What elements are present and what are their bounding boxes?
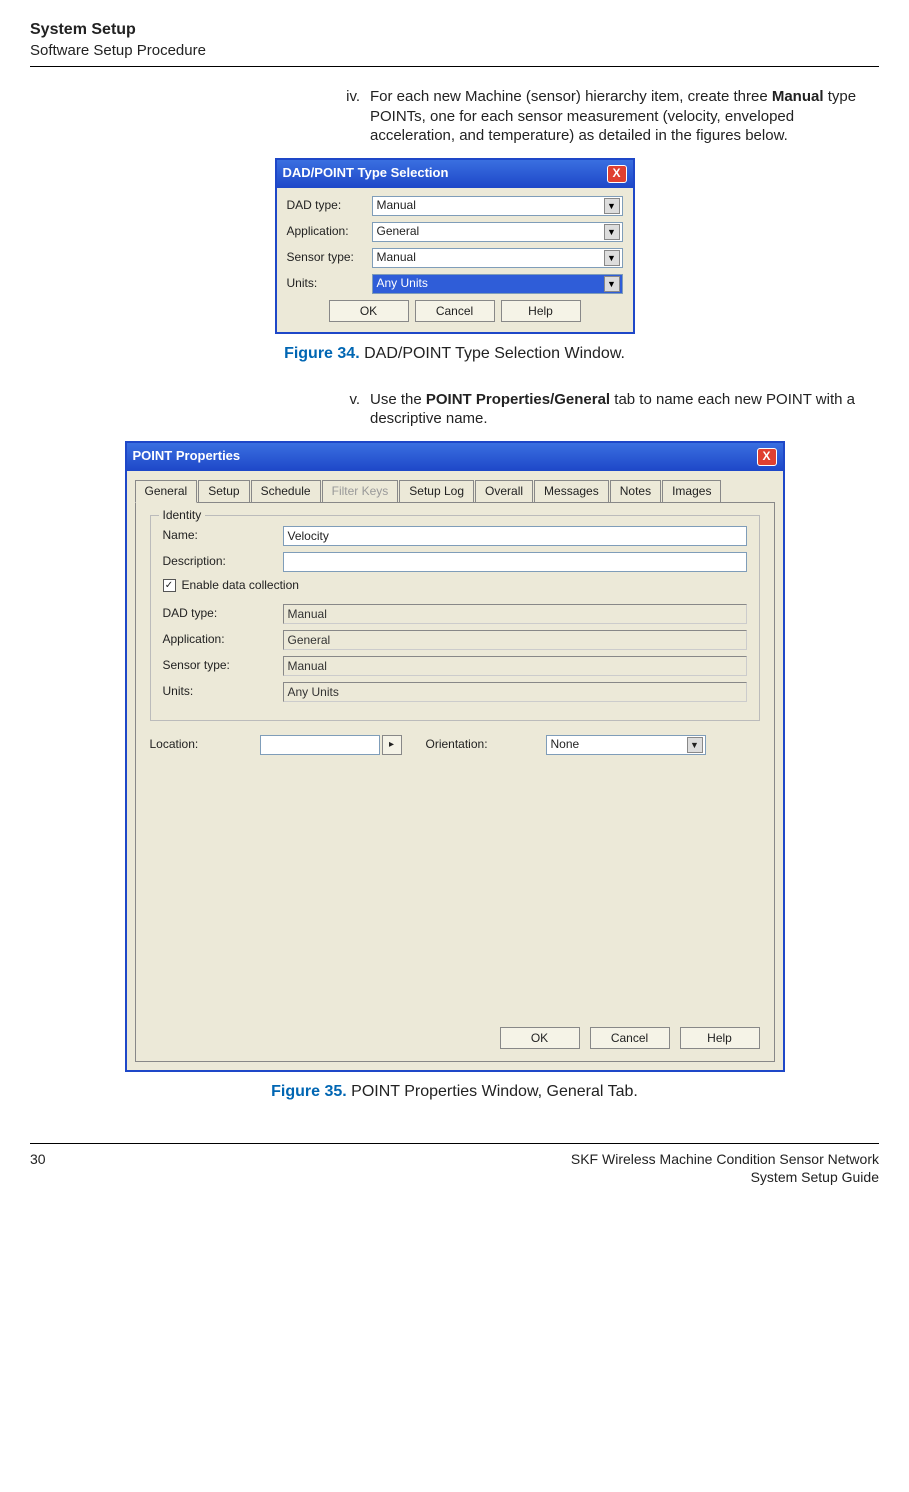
page-header-subtitle: Software Setup Procedure [30,41,879,61]
close-icon[interactable]: X [757,448,777,466]
units-value: Any Units [377,276,428,292]
chevron-down-icon[interactable]: ▼ [604,276,620,292]
dad-type-value: Manual [377,198,416,214]
step-iv-pre: For each new Machine (sensor) hierarchy … [370,88,772,105]
step-iv-text: For each new Machine (sensor) hierarchy … [370,87,879,146]
figure-35-label: Figure 35. [271,1083,347,1100]
sensor-type-combo[interactable]: Manual ▼ [372,248,623,268]
figure-35-caption: Figure 35. POINT Properties Window, Gene… [30,1082,879,1103]
step-v-text: Use the POINT Properties/General tab to … [370,390,879,429]
step-v-bold: POINT Properties/General [426,391,610,408]
chevron-down-icon[interactable]: ▼ [604,250,620,266]
step-v: v. Use the POINT Properties/General tab … [330,390,879,429]
header-rule [30,66,879,67]
chevron-down-icon[interactable]: ▼ [604,198,620,214]
tab-setup-log[interactable]: Setup Log [399,480,474,504]
chevron-down-icon[interactable]: ▼ [604,224,620,240]
dad-type-readonly: Manual [283,604,747,624]
page-footer: 30 SKF Wireless Machine Condition Sensor… [30,1143,879,1186]
application-label: Application: [287,224,372,240]
enable-data-collection-label: Enable data collection [182,578,299,594]
tab-messages[interactable]: Messages [534,480,609,504]
cancel-button[interactable]: Cancel [590,1027,670,1049]
page-number: 30 [30,1150,60,1186]
sensor-type-value: Manual [377,250,416,266]
figure-35-text: POINT Properties Window, General Tab. [347,1083,638,1100]
step-v-marker: v. [330,390,370,429]
tab-notes[interactable]: Notes [610,480,661,504]
units-combo[interactable]: Any Units ▼ [372,274,623,294]
units-label-2: Units: [163,684,283,700]
location-label: Location: [150,737,260,753]
tab-setup[interactable]: Setup [198,480,249,504]
location-input[interactable] [260,735,380,755]
figure-34-label: Figure 34. [284,345,360,362]
application-label-2: Application: [163,632,283,648]
sensor-type-readonly: Manual [283,656,747,676]
step-iv-bold: Manual [772,88,824,105]
application-readonly: General [283,630,747,650]
location-row: Location: ▸ Orientation: None ▼ [150,735,760,755]
step-iv: iv. For each new Machine (sensor) hierar… [330,87,879,146]
cancel-button[interactable]: Cancel [415,300,495,322]
figure-34-text: DAD/POINT Type Selection Window. [360,345,625,362]
step-v-pre: Use the [370,391,426,408]
close-icon[interactable]: X [607,165,627,183]
dialog1-title: DAD/POINT Type Selection [283,165,449,182]
orientation-value: None [551,737,580,753]
tab-schedule[interactable]: Schedule [251,480,321,504]
general-tab-panel: Identity Name: Velocity Description: ✓ E… [135,502,775,1062]
step-iv-marker: iv. [330,87,370,146]
sensor-type-label: Sensor type: [287,250,372,266]
sensor-type-label-2: Sensor type: [163,658,283,674]
dialog1-body: DAD type: Manual ▼ Application: General … [277,188,633,332]
dialog2-titlebar: POINT Properties X [127,443,783,471]
dad-type-label-2: DAD type: [163,606,283,622]
dad-type-combo[interactable]: Manual ▼ [372,196,623,216]
dialog2-button-row: OK Cancel Help [500,1027,760,1049]
identity-fieldset: Identity Name: Velocity Description: ✓ E… [150,515,760,721]
footer-text: SKF Wireless Machine Condition Sensor Ne… [571,1150,879,1186]
identity-legend: Identity [159,508,206,524]
dialog2-title: POINT Properties [133,448,241,465]
description-label: Description: [163,554,283,570]
orientation-label: Orientation: [426,737,536,753]
orientation-combo[interactable]: None ▼ [546,735,706,755]
dialog1-titlebar: DAD/POINT Type Selection X [277,160,633,188]
page-header-title: System Setup [30,20,879,41]
enable-data-collection-row[interactable]: ✓ Enable data collection [163,578,747,594]
dialog1-button-row: OK Cancel Help [287,300,623,322]
ok-button[interactable]: OK [329,300,409,322]
point-properties-dialog: POINT Properties X General Setup Schedul… [125,441,785,1073]
figure-34-caption: Figure 34. DAD/POINT Type Selection Wind… [30,344,879,365]
name-input[interactable]: Velocity [283,526,747,546]
tab-images[interactable]: Images [662,480,721,504]
enable-data-collection-checkbox[interactable]: ✓ [163,579,176,592]
tab-overall[interactable]: Overall [475,480,533,504]
units-label: Units: [287,276,372,292]
footer-line1: SKF Wireless Machine Condition Sensor Ne… [571,1150,879,1168]
dad-point-type-selection-dialog: DAD/POINT Type Selection X DAD type: Man… [275,158,635,334]
help-button[interactable]: Help [501,300,581,322]
footer-line2: System Setup Guide [571,1168,879,1186]
ok-button[interactable]: OK [500,1027,580,1049]
units-readonly: Any Units [283,682,747,702]
help-button[interactable]: Help [680,1027,760,1049]
application-combo[interactable]: General ▼ [372,222,623,242]
tab-general[interactable]: General [135,480,198,504]
tab-filter-keys: Filter Keys [322,480,399,504]
description-input[interactable] [283,552,747,572]
location-picker-button[interactable]: ▸ [382,735,402,755]
dad-type-label: DAD type: [287,198,372,214]
application-value: General [377,224,420,240]
name-label: Name: [163,528,283,544]
dialog2-tabstrip: General Setup Schedule Filter Keys Setup… [127,471,783,503]
chevron-down-icon[interactable]: ▼ [687,737,703,753]
